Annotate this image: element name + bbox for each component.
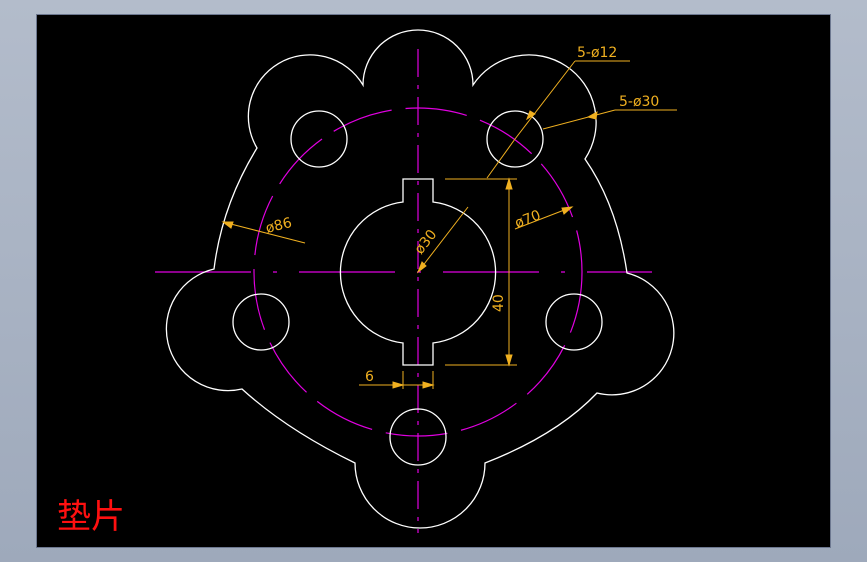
leader-dia12 xyxy=(514,60,576,140)
arrow-dia30 xyxy=(586,111,598,120)
leader-dia12-ext xyxy=(486,138,516,179)
drawing-frame: 5-ø12 5-ø30 ø86 ø70 ø30 40 6 垫片 xyxy=(36,14,831,548)
bolt-hole-left xyxy=(232,293,290,351)
arrow-6-left xyxy=(392,381,405,389)
arrow-dia86 xyxy=(221,221,234,229)
label-dia70: ø70 xyxy=(513,207,543,231)
label-dia30-bore: ø30 xyxy=(412,227,441,258)
bolt-hole-top-left xyxy=(290,110,348,168)
label-5-dia30: 5-ø30 xyxy=(619,94,659,110)
arrow-40-top xyxy=(505,177,513,190)
arrow-6-right xyxy=(422,381,435,389)
leader-dia86 xyxy=(222,221,306,244)
drawing-title: 垫片 xyxy=(57,497,125,537)
label-dia86: ø86 xyxy=(264,215,294,237)
label-5-dia12: 5-ø12 xyxy=(577,45,617,61)
label-6: 6 xyxy=(365,369,374,385)
arrow-40-bottom xyxy=(505,354,513,367)
part-outline xyxy=(165,29,675,529)
label-40: 40 xyxy=(491,294,507,312)
cad-drawing: 5-ø12 5-ø30 ø86 ø70 ø30 40 6 垫片 xyxy=(57,29,677,537)
outer-profile xyxy=(165,29,675,529)
leader-dia30 xyxy=(542,109,616,130)
